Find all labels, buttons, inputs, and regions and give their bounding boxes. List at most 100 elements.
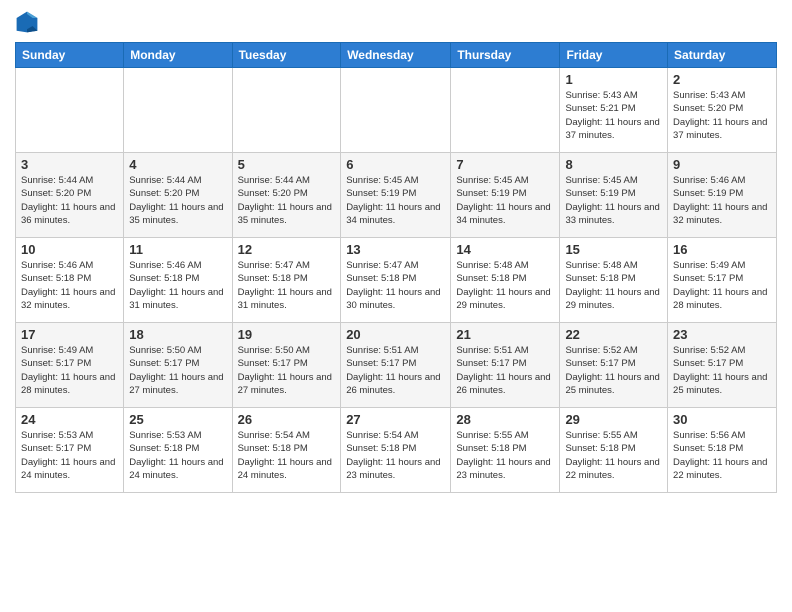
day-info: Sunrise: 5:51 AMSunset: 5:17 PMDaylight:… bbox=[346, 344, 445, 397]
weekday-header-tuesday: Tuesday bbox=[232, 43, 341, 68]
calendar-week-row: 1 Sunrise: 5:43 AMSunset: 5:21 PMDaylight… bbox=[16, 68, 777, 153]
day-number: 10 bbox=[21, 242, 118, 257]
day-info: Sunrise: 5:45 AMSunset: 5:19 PMDaylight:… bbox=[456, 174, 554, 227]
calendar-cell bbox=[124, 68, 232, 153]
calendar-cell: 16 Sunrise: 5:49 AMSunset: 5:17 PMDayligh… bbox=[668, 238, 777, 323]
calendar-cell bbox=[16, 68, 124, 153]
calendar-cell: 11Sunrise: 5:46 AMSunset: 5:18 PMDayligh… bbox=[124, 238, 232, 323]
day-info: Sunrise: 5:54 AMSunset: 5:18 PMDaylight:… bbox=[346, 429, 445, 482]
calendar-cell: 22 Sunrise: 5:52 AMSunset: 5:17 PMDayligh… bbox=[560, 323, 668, 408]
calendar-cell: 7 Sunrise: 5:45 AMSunset: 5:19 PMDaylight… bbox=[451, 153, 560, 238]
calendar-cell: 28Sunrise: 5:55 AMSunset: 5:18 PMDayligh… bbox=[451, 408, 560, 493]
calendar-cell: 12Sunrise: 5:47 AMSunset: 5:18 PMDayligh… bbox=[232, 238, 341, 323]
day-info: Sunrise: 5:51 AMSunset: 5:17 PMDaylight:… bbox=[456, 344, 554, 397]
day-info: Sunrise: 5:46 AMSunset: 5:18 PMDaylight:… bbox=[21, 259, 118, 312]
weekday-header-row: SundayMondayTuesdayWednesdayThursdayFrid… bbox=[16, 43, 777, 68]
day-info: Sunrise: 5:48 AMSunset: 5:18 PMDaylight:… bbox=[565, 259, 662, 312]
weekday-header-wednesday: Wednesday bbox=[341, 43, 451, 68]
calendar-cell: 17 Sunrise: 5:49 AMSunset: 5:17 PMDayligh… bbox=[16, 323, 124, 408]
calendar-cell: 3Sunrise: 5:44 AMSunset: 5:20 PMDaylight… bbox=[16, 153, 124, 238]
day-number: 23 bbox=[673, 327, 771, 342]
day-info: Sunrise: 5:44 AMSunset: 5:20 PMDaylight:… bbox=[129, 174, 226, 227]
logo bbox=[15, 10, 43, 34]
day-info: Sunrise: 5:53 AMSunset: 5:18 PMDaylight:… bbox=[129, 429, 226, 482]
calendar-cell: 24 Sunrise: 5:53 AMSunset: 5:17 PMDayligh… bbox=[16, 408, 124, 493]
day-info: Sunrise: 5:52 AMSunset: 5:17 PMDaylight:… bbox=[565, 344, 662, 397]
day-info: Sunrise: 5:49 AMSunset: 5:17 PMDaylight:… bbox=[21, 344, 118, 397]
calendar-cell: 26 Sunrise: 5:54 AMSunset: 5:18 PMDayligh… bbox=[232, 408, 341, 493]
day-number: 13 bbox=[346, 242, 445, 257]
calendar-cell: 18 Sunrise: 5:50 AMSunset: 5:17 PMDayligh… bbox=[124, 323, 232, 408]
day-number: 1 bbox=[565, 72, 662, 87]
day-info: Sunrise: 5:45 AMSunset: 5:19 PMDaylight:… bbox=[346, 174, 445, 227]
calendar-cell: 13 Sunrise: 5:47 AMSunset: 5:18 PMDayligh… bbox=[341, 238, 451, 323]
calendar-week-row: 17 Sunrise: 5:49 AMSunset: 5:17 PMDayligh… bbox=[16, 323, 777, 408]
day-number: 27 bbox=[346, 412, 445, 427]
day-number: 19 bbox=[238, 327, 336, 342]
day-number: 24 bbox=[21, 412, 118, 427]
day-number: 20 bbox=[346, 327, 445, 342]
calendar-cell: 9 Sunrise: 5:46 AMSunset: 5:19 PMDaylight… bbox=[668, 153, 777, 238]
day-number: 2 bbox=[673, 72, 771, 87]
day-number: 7 bbox=[456, 157, 554, 172]
calendar-week-row: 24 Sunrise: 5:53 AMSunset: 5:17 PMDayligh… bbox=[16, 408, 777, 493]
day-number: 22 bbox=[565, 327, 662, 342]
day-number: 4 bbox=[129, 157, 226, 172]
calendar-cell: 5 Sunrise: 5:44 AMSunset: 5:20 PMDaylight… bbox=[232, 153, 341, 238]
day-info: Sunrise: 5:47 AMSunset: 5:18 PMDaylight:… bbox=[346, 259, 445, 312]
calendar-cell: 10 Sunrise: 5:46 AMSunset: 5:18 PMDayligh… bbox=[16, 238, 124, 323]
calendar-cell: 29 Sunrise: 5:55 AMSunset: 5:18 PMDayligh… bbox=[560, 408, 668, 493]
day-number: 30 bbox=[673, 412, 771, 427]
day-info: Sunrise: 5:46 AMSunset: 5:18 PMDaylight:… bbox=[129, 259, 226, 312]
day-number: 21 bbox=[456, 327, 554, 342]
day-number: 15 bbox=[565, 242, 662, 257]
weekday-header-sunday: Sunday bbox=[16, 43, 124, 68]
header bbox=[15, 10, 777, 34]
day-info: Sunrise: 5:56 AMSunset: 5:18 PMDaylight:… bbox=[673, 429, 771, 482]
page-container: SundayMondayTuesdayWednesdayThursdayFrid… bbox=[0, 0, 792, 503]
calendar-week-row: 10 Sunrise: 5:46 AMSunset: 5:18 PMDayligh… bbox=[16, 238, 777, 323]
calendar-cell: 21 Sunrise: 5:51 AMSunset: 5:17 PMDayligh… bbox=[451, 323, 560, 408]
weekday-header-friday: Friday bbox=[560, 43, 668, 68]
day-number: 16 bbox=[673, 242, 771, 257]
calendar-cell: 27 Sunrise: 5:54 AMSunset: 5:18 PMDayligh… bbox=[341, 408, 451, 493]
day-number: 26 bbox=[238, 412, 336, 427]
day-number: 14 bbox=[456, 242, 554, 257]
day-info: Sunrise: 5:55 AMSunset: 5:18 PMDaylight:… bbox=[565, 429, 662, 482]
day-number: 8 bbox=[565, 157, 662, 172]
day-info: Sunrise: 5:53 AMSunset: 5:17 PMDaylight:… bbox=[21, 429, 118, 482]
day-info: Sunrise: 5:45 AMSunset: 5:19 PMDaylight:… bbox=[565, 174, 662, 227]
calendar-cell: 19 Sunrise: 5:50 AMSunset: 5:17 PMDayligh… bbox=[232, 323, 341, 408]
weekday-header-thursday: Thursday bbox=[451, 43, 560, 68]
calendar-cell: 20 Sunrise: 5:51 AMSunset: 5:17 PMDayligh… bbox=[341, 323, 451, 408]
calendar-cell: 6Sunrise: 5:45 AMSunset: 5:19 PMDaylight… bbox=[341, 153, 451, 238]
day-info: Sunrise: 5:43 AMSunset: 5:20 PMDaylight:… bbox=[673, 89, 771, 142]
day-info: Sunrise: 5:46 AMSunset: 5:19 PMDaylight:… bbox=[673, 174, 771, 227]
day-info: Sunrise: 5:47 AMSunset: 5:18 PMDaylight:… bbox=[238, 259, 336, 312]
day-number: 5 bbox=[238, 157, 336, 172]
day-info: Sunrise: 5:43 AMSunset: 5:21 PMDaylight:… bbox=[565, 89, 662, 142]
calendar-cell: 4 Sunrise: 5:44 AMSunset: 5:20 PMDaylight… bbox=[124, 153, 232, 238]
day-info: Sunrise: 5:54 AMSunset: 5:18 PMDaylight:… bbox=[238, 429, 336, 482]
day-number: 17 bbox=[21, 327, 118, 342]
calendar-cell: 8 Sunrise: 5:45 AMSunset: 5:19 PMDaylight… bbox=[560, 153, 668, 238]
logo-icon bbox=[15, 10, 39, 34]
day-number: 9 bbox=[673, 157, 771, 172]
day-number: 29 bbox=[565, 412, 662, 427]
calendar-cell bbox=[341, 68, 451, 153]
calendar-cell: 2 Sunrise: 5:43 AMSunset: 5:20 PMDaylight… bbox=[668, 68, 777, 153]
day-number: 25 bbox=[129, 412, 226, 427]
day-info: Sunrise: 5:52 AMSunset: 5:17 PMDaylight:… bbox=[673, 344, 771, 397]
day-info: Sunrise: 5:50 AMSunset: 5:17 PMDaylight:… bbox=[129, 344, 226, 397]
weekday-header-monday: Monday bbox=[124, 43, 232, 68]
day-info: Sunrise: 5:44 AMSunset: 5:20 PMDaylight:… bbox=[21, 174, 118, 227]
day-info: Sunrise: 5:50 AMSunset: 5:17 PMDaylight:… bbox=[238, 344, 336, 397]
calendar-cell: 23 Sunrise: 5:52 AMSunset: 5:17 PMDayligh… bbox=[668, 323, 777, 408]
day-info: Sunrise: 5:48 AMSunset: 5:18 PMDaylight:… bbox=[456, 259, 554, 312]
calendar-table: SundayMondayTuesdayWednesdayThursdayFrid… bbox=[15, 42, 777, 493]
calendar-cell: 15 Sunrise: 5:48 AMSunset: 5:18 PMDayligh… bbox=[560, 238, 668, 323]
day-number: 18 bbox=[129, 327, 226, 342]
calendar-cell: 25 Sunrise: 5:53 AMSunset: 5:18 PMDayligh… bbox=[124, 408, 232, 493]
day-info: Sunrise: 5:49 AMSunset: 5:17 PMDaylight:… bbox=[673, 259, 771, 312]
day-info: Sunrise: 5:44 AMSunset: 5:20 PMDaylight:… bbox=[238, 174, 336, 227]
